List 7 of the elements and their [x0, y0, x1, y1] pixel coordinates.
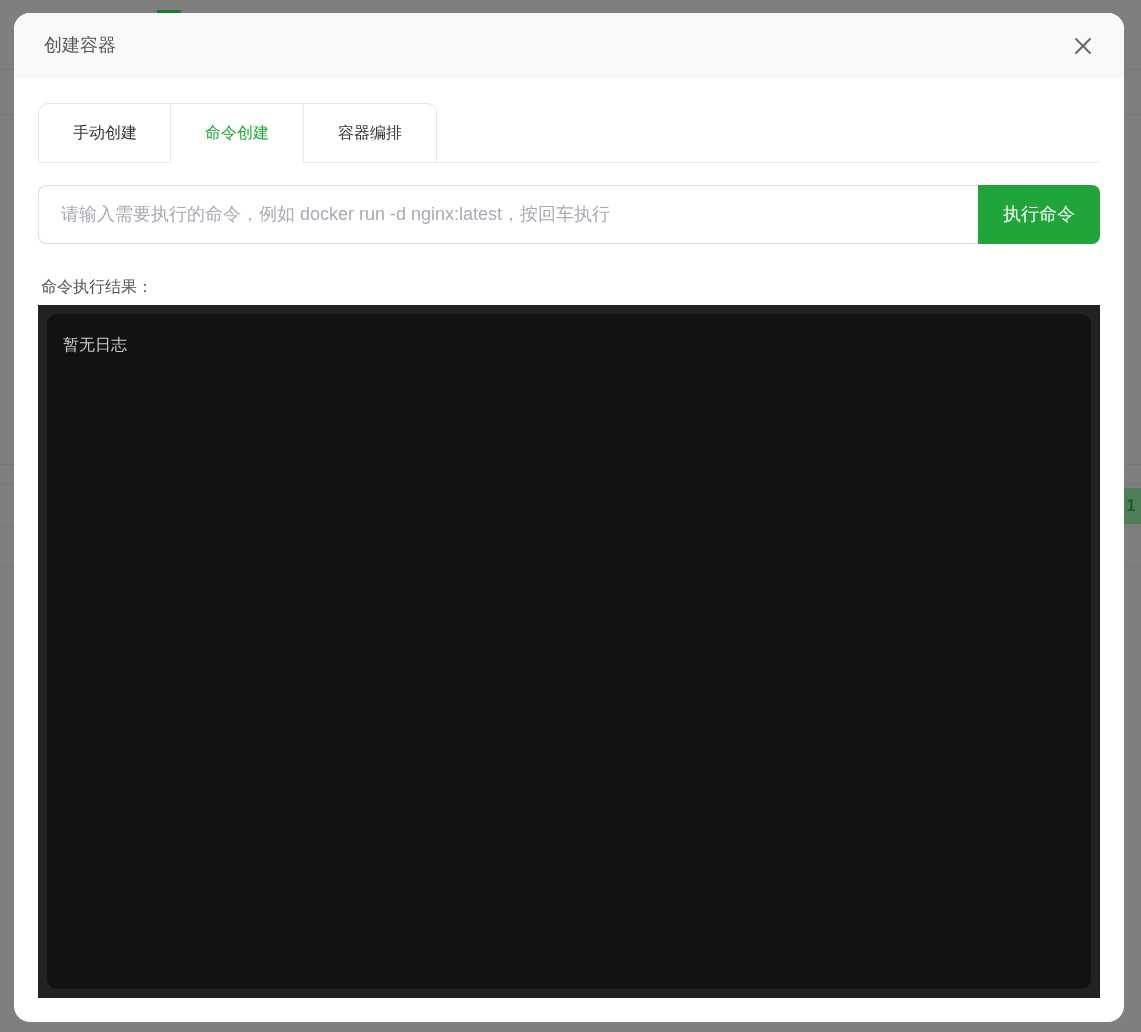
empty-log-text: 暂无日志	[63, 335, 127, 354]
command-input[interactable]: 请输入需要执行的命令，例如 docker run -d nginx:latest，按回车执行	[38, 185, 978, 244]
dialog-title: 创建容器	[44, 34, 116, 57]
tab[interactable]: 手动创建	[38, 103, 171, 163]
output-label: 命令执行结果：	[41, 277, 153, 297]
tab-indicator	[157, 10, 181, 13]
tab[interactable]: 容器编排	[304, 103, 437, 163]
